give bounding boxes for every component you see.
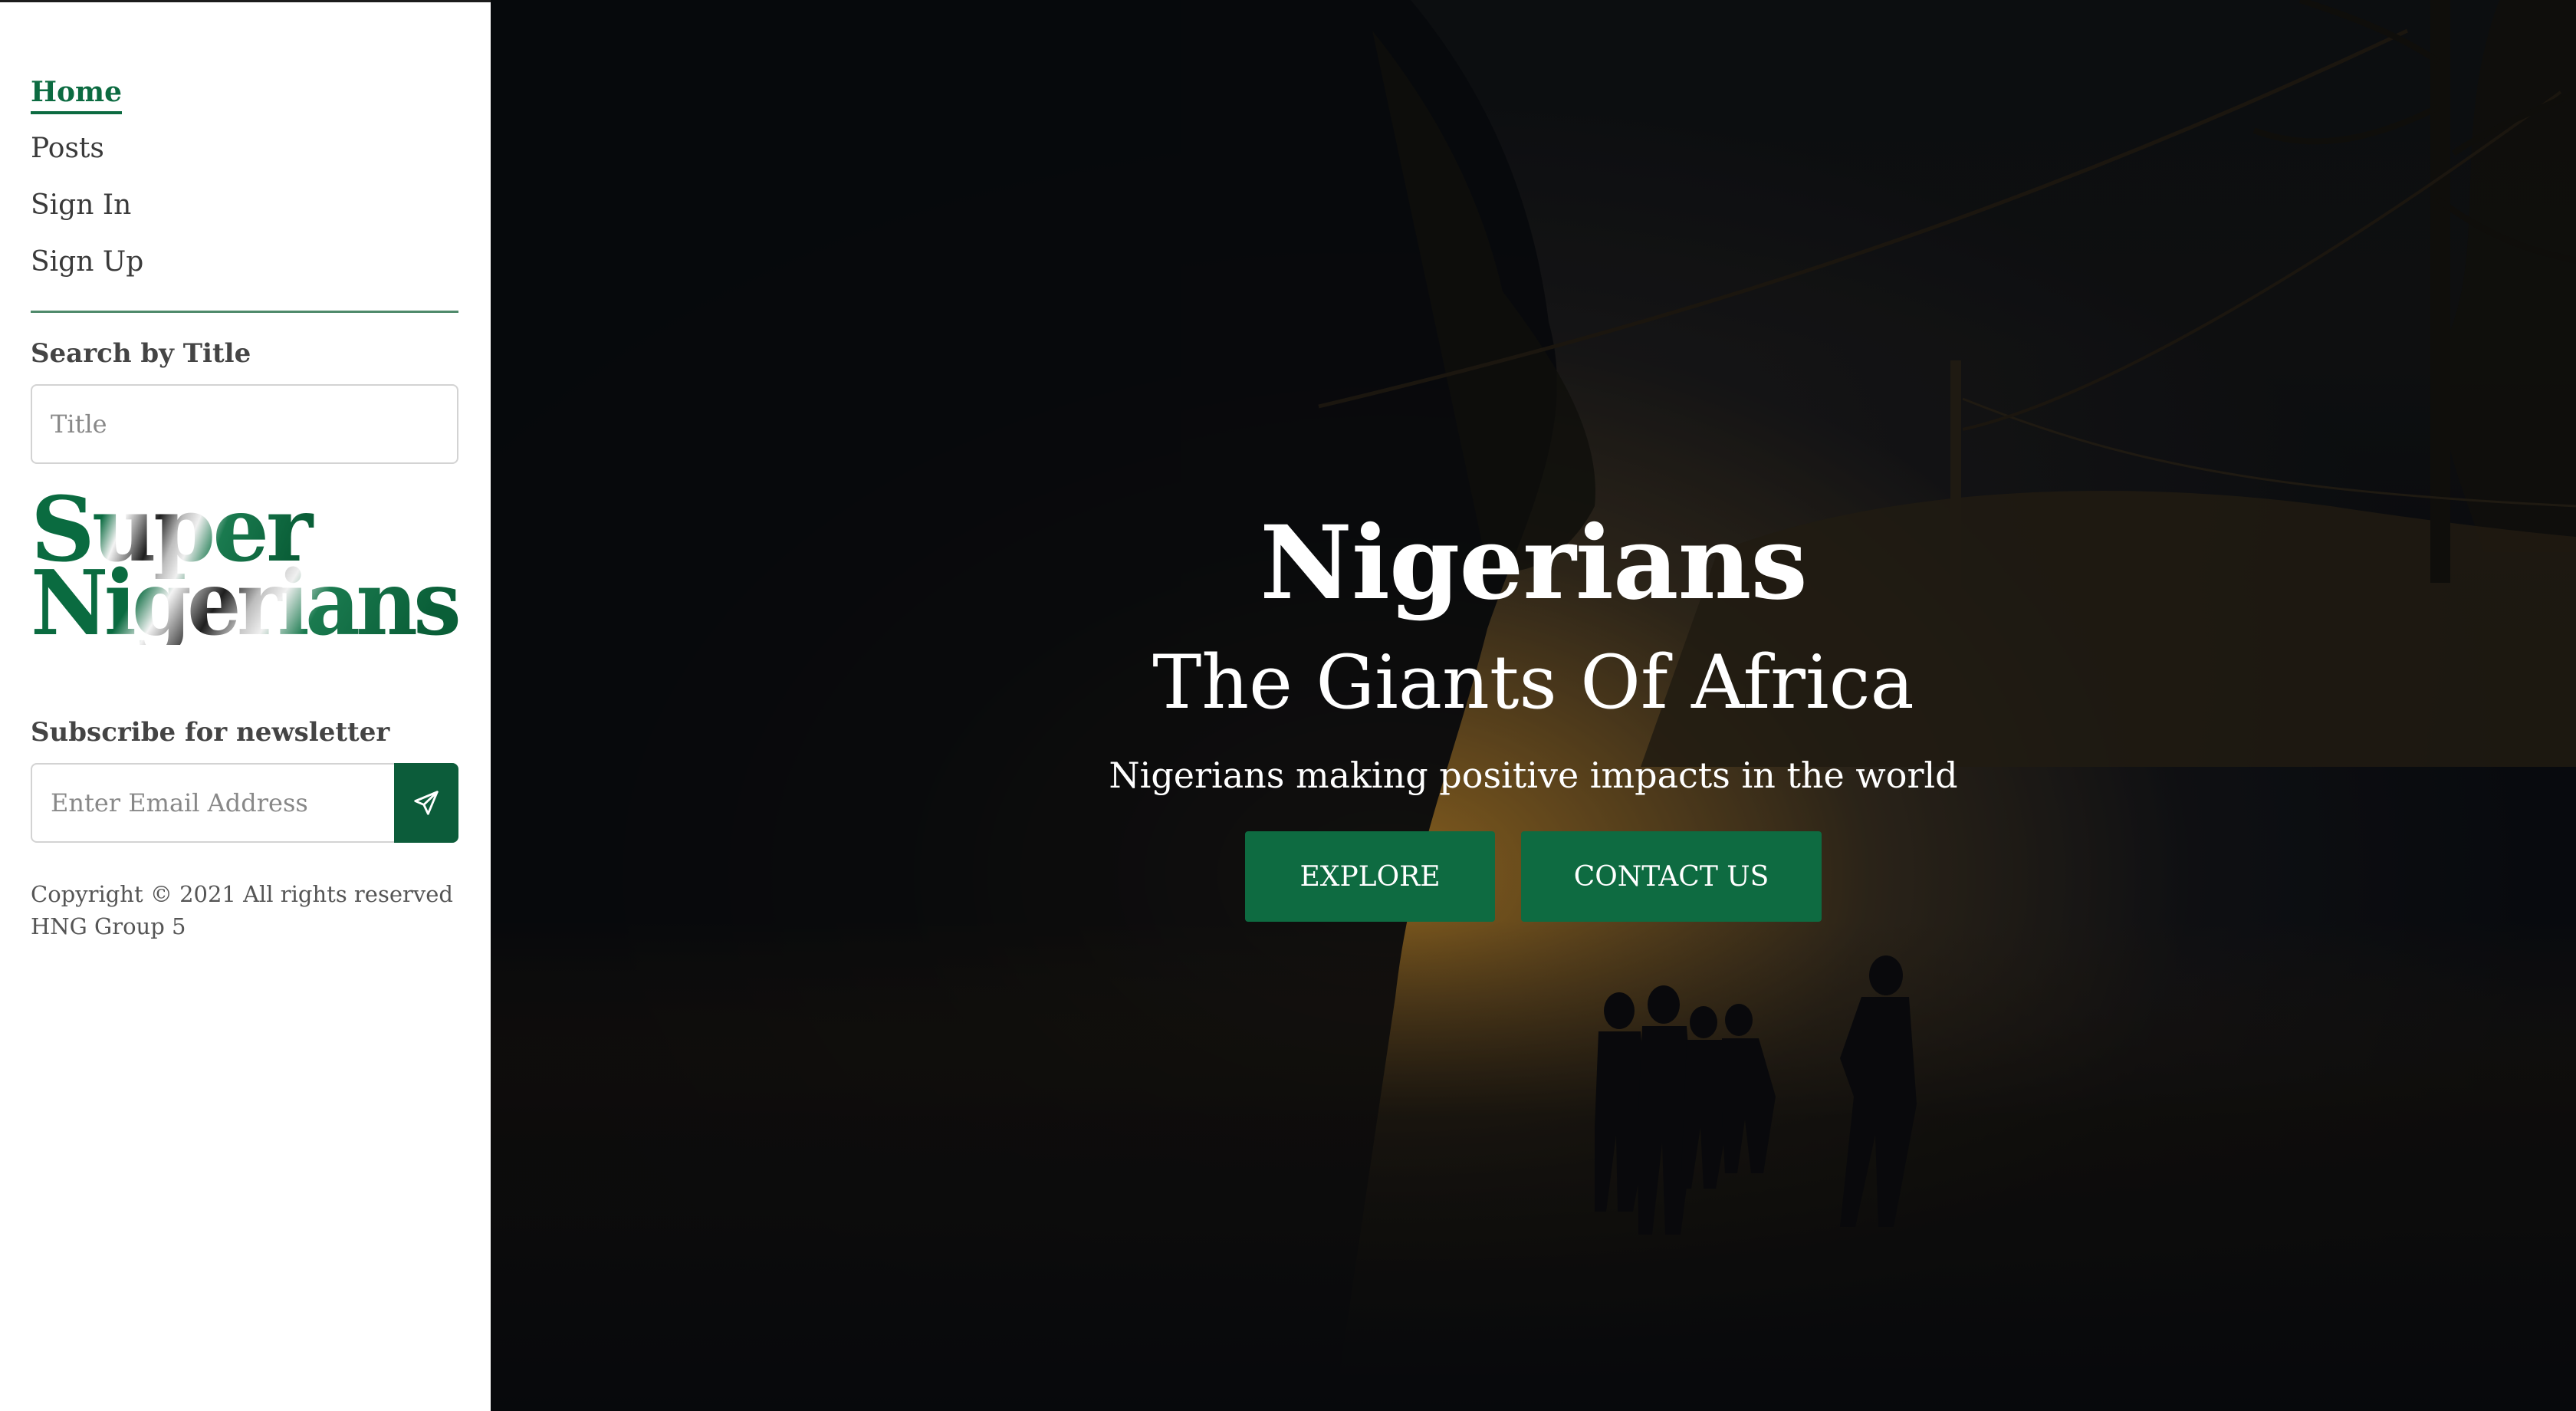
nav-item-home[interactable]: Home [31,64,460,120]
explore-button[interactable]: EXPLORE [1245,831,1495,922]
hero-title: Nigerians [1260,504,1808,623]
paper-plane-icon [414,791,439,815]
sidebar: Home Posts Sign In Sign Up Search by Tit… [0,0,491,1411]
sidebar-divider [31,311,458,313]
search-input[interactable] [31,384,458,464]
nav-item-label: Sign Up [31,246,144,278]
copyright-text: Copyright © 2021 All rights reserved HNG… [31,881,453,939]
nav-item-posts[interactable]: Posts [31,120,460,177]
super-nigerians-logo: Super Nigerians [31,484,460,645]
email-field[interactable] [31,763,394,843]
hero-tagline: Nigerians making positive impacts in the… [1109,755,1958,796]
nav-item-label: Posts [31,133,104,164]
newsletter-label: Subscribe for newsletter [31,717,390,748]
logo-line-2: Nigerians [31,551,458,645]
subscribe-button[interactable] [394,763,458,843]
search-label: Search by Title [31,338,251,369]
hero-section: Nigerians The Giants Of Africa Nigerians… [491,0,2576,1411]
sidebar-nav: Home Posts Sign In Sign Up [31,64,460,291]
nav-item-sign-up[interactable]: Sign Up [31,234,460,291]
newsletter-form [31,763,458,843]
hero-subtitle: The Giants Of Africa [1152,640,1914,725]
page: Home Posts Sign In Sign Up Search by Tit… [0,0,2576,1411]
nav-item-label: Sign In [31,189,132,221]
nav-item-sign-in[interactable]: Sign In [31,177,460,234]
hero-buttons: EXPLORE CONTACT US [491,831,2576,922]
hero-content: Nigerians The Giants Of Africa Nigerians… [491,498,2576,922]
nav-item-label: Home [31,76,123,114]
contact-us-button[interactable]: CONTACT US [1521,831,1822,922]
